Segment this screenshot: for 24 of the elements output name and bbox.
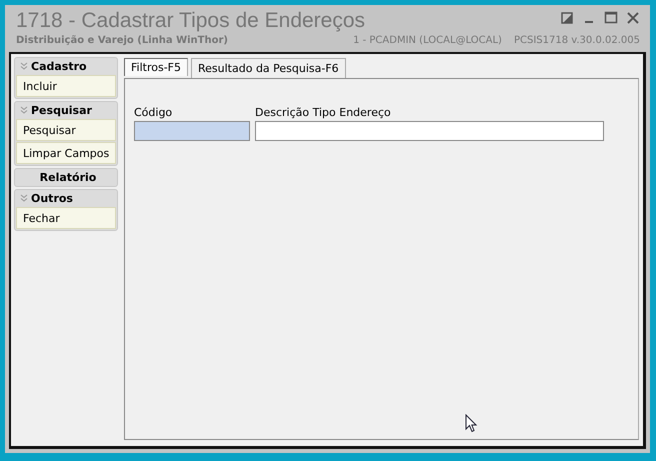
- chevron-icon[interactable]: [20, 194, 28, 202]
- sidebar-button[interactable]: Fechar: [16, 207, 116, 229]
- input-field[interactable]: [255, 121, 604, 141]
- window-title: 1718 - Cadastrar Tipos de Endereços: [16, 9, 366, 33]
- user-label: 1 - PCADMIN (LOCAL@LOCAL): [353, 34, 502, 48]
- sidebar-button[interactable]: Pesquisar: [16, 119, 116, 141]
- input-field[interactable]: [134, 121, 250, 141]
- sidebar-button[interactable]: Limpar Campos: [16, 142, 116, 164]
- chevron-icon[interactable]: [20, 62, 28, 70]
- window-subtitle: Distribuição e Varejo (Linha WinThor): [16, 34, 229, 48]
- restore-icon[interactable]: [560, 11, 574, 25]
- cursor-icon: [465, 414, 478, 433]
- version-label: PCSIS1718 v.30.0.02.005: [514, 34, 640, 48]
- section-title[interactable]: Outros: [31, 192, 73, 204]
- section-title[interactable]: Cadastro: [31, 60, 87, 72]
- close-icon[interactable]: [626, 11, 640, 25]
- maximize-icon[interactable]: [604, 11, 618, 25]
- section-title[interactable]: Pesquisar: [31, 104, 92, 116]
- field-label: Descrição Tipo Endereço: [255, 106, 392, 119]
- chevron-icon[interactable]: [20, 106, 28, 114]
- sidebar-button[interactable]: Incluir: [16, 75, 116, 97]
- field-label: Código: [134, 106, 174, 119]
- tab[interactable]: Filtros-F5: [124, 58, 188, 76]
- tab[interactable]: Resultado da Pesquisa-F6: [191, 58, 346, 78]
